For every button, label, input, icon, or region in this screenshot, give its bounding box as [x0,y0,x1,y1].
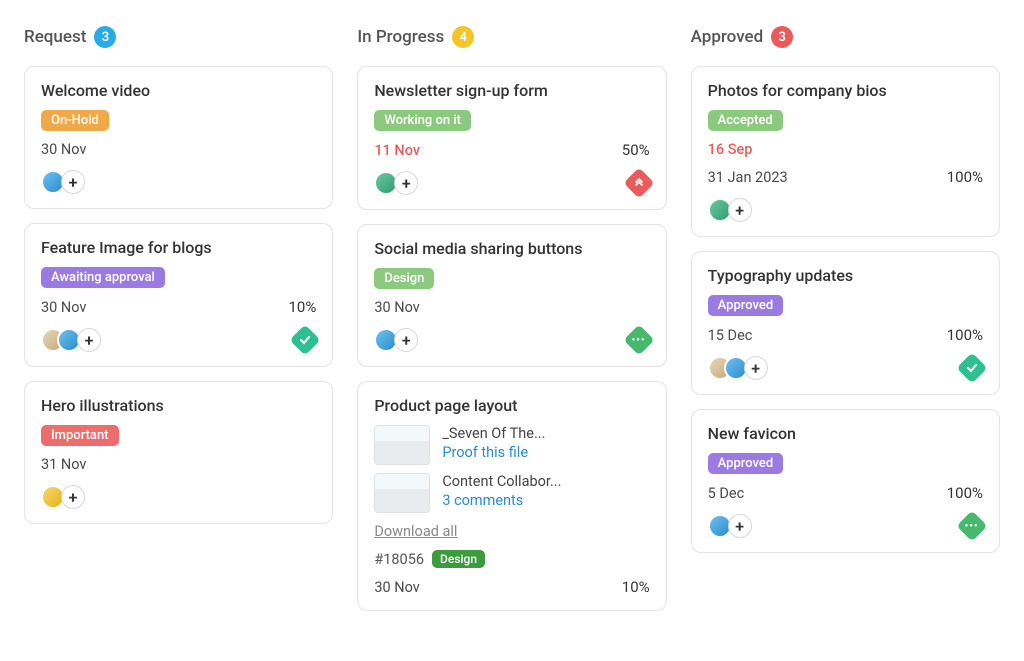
card-title: Typography updates [708,266,983,285]
card-progress: 50% [622,141,650,159]
column-header: In Progress 4 [357,26,666,48]
priority-high-icon [623,167,654,198]
card-date: 31 Jan 2023 [708,169,788,186]
add-assignee-button[interactable]: + [61,485,85,509]
kanban-board: Request 3 Welcome video On-Hold 30 Nov +… [24,26,1000,611]
card-progress: 100% [947,326,983,344]
add-assignee-button[interactable]: + [394,171,418,195]
card[interactable]: Hero illustrations Important 31 Nov + [24,381,333,524]
status-tag: Accepted [708,110,783,131]
card-title: Newsletter sign-up form [374,81,649,100]
priority-medium-icon: ••• [623,324,654,355]
column-title: Request [24,27,86,47]
download-all-link[interactable]: Download all [374,523,649,540]
column-in-progress: In Progress 4 Newsletter sign-up form Wo… [357,26,666,611]
column-title: In Progress [357,27,444,47]
card-title: Photos for company bios [708,81,983,100]
column-approved: Approved 3 Photos for company bios Accep… [691,26,1000,611]
avatar-group: + [41,170,85,194]
card-date: 30 Nov [374,299,649,316]
status-tag: Awaiting approval [41,267,165,288]
add-assignee-button[interactable]: + [728,514,752,538]
add-assignee-button[interactable]: + [744,356,768,380]
priority-icon [956,352,987,383]
add-assignee-button[interactable]: + [728,198,752,222]
card[interactable]: Photos for company bios Accepted 16 Sep … [691,66,1000,237]
card-progress: 100% [947,168,983,186]
card[interactable]: Newsletter sign-up form Working on it 11… [357,66,666,210]
card[interactable]: Feature Image for blogs Awaiting approva… [24,223,333,367]
card-progress: 10% [288,298,316,316]
status-tag: Design [374,268,434,289]
column-count-badge: 4 [452,26,474,48]
card-date-overdue: 16 Sep [708,141,983,158]
card-date: 30 Nov [41,299,86,316]
card-title: New favicon [708,424,983,443]
status-tag: On-Hold [41,110,109,131]
add-assignee-button[interactable]: + [394,328,418,352]
attachment-name: Content Collabor... [442,473,561,490]
card-date: 5 Dec [708,485,745,502]
card[interactable]: Product page layout _Seven Of The... Pro… [357,381,666,611]
card-title: Social media sharing buttons [374,239,649,258]
add-assignee-button[interactable]: + [77,328,101,352]
attachment[interactable]: Content Collabor... 3 comments [374,473,649,513]
card-date: 31 Nov [41,456,316,473]
status-tag: Important [41,425,119,446]
proof-file-link[interactable]: Proof this file [442,444,545,461]
card-date-overdue: 11 Nov [374,142,420,159]
card-date: 15 Dec [708,327,753,344]
avatar-group: + [374,328,418,352]
card-progress: 100% [947,484,983,502]
column-count-badge: 3 [94,26,116,48]
card-id: #18056 [374,551,424,568]
avatar-group: + [374,171,418,195]
attachment-thumbnail-icon [374,473,430,513]
card-title: Feature Image for blogs [41,238,316,257]
card[interactable]: Social media sharing buttons Design 30 N… [357,224,666,367]
avatar-group: + [708,514,752,538]
attachment[interactable]: _Seven Of The... Proof this file [374,425,649,465]
card-title: Welcome video [41,81,316,100]
avatar-group: + [708,356,768,380]
status-tag: Approved [708,453,784,474]
avatar-group: + [41,485,85,509]
card-date: 30 Nov [374,579,419,596]
card[interactable]: New favicon Approved 5 Dec 100% + ••• [691,409,1000,553]
add-assignee-button[interactable]: + [61,170,85,194]
category-tag: Design [432,550,485,568]
column-request: Request 3 Welcome video On-Hold 30 Nov +… [24,26,333,611]
column-header: Approved 3 [691,26,1000,48]
comments-link[interactable]: 3 comments [442,492,561,509]
card-progress: 10% [622,578,650,596]
card[interactable]: Welcome video On-Hold 30 Nov + [24,66,333,209]
attachment-list: _Seven Of The... Proof this file Content… [374,425,649,513]
avatar-group: + [41,328,101,352]
attachment-name: _Seven Of The... [442,425,545,442]
status-tag: Approved [708,295,784,316]
column-header: Request 3 [24,26,333,48]
column-title: Approved [691,27,764,47]
column-count-badge: 3 [771,26,793,48]
attachment-thumbnail-icon [374,425,430,465]
card-date: 30 Nov [41,141,316,158]
status-tag: Working on it [374,110,471,131]
card-title: Hero illustrations [41,396,316,415]
card[interactable]: Typography updates Approved 15 Dec 100% … [691,251,1000,395]
card-title: Product page layout [374,396,649,415]
avatar-group: + [708,198,752,222]
priority-icon [290,324,321,355]
priority-medium-icon: ••• [956,510,987,541]
